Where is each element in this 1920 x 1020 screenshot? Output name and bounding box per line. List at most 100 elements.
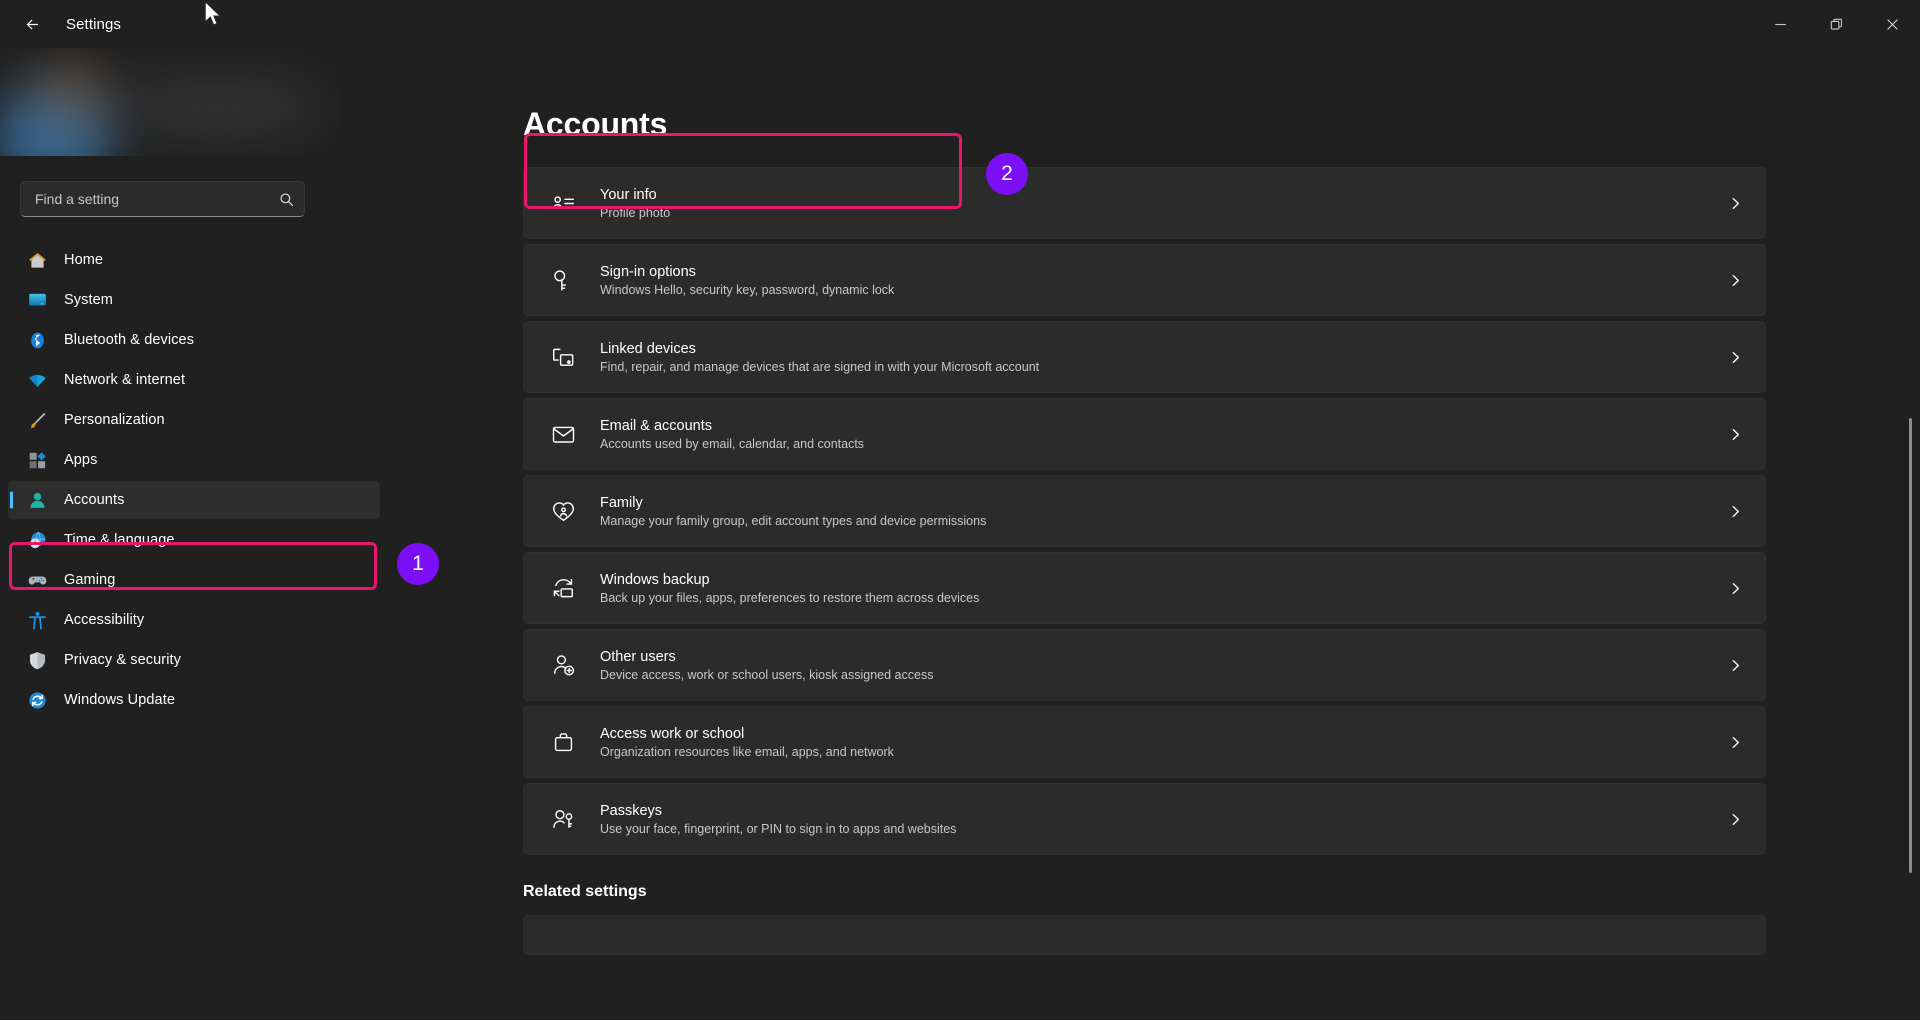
card-title: Email & accounts	[600, 417, 713, 434]
settings-card-access-work-or-school[interactable]: Access work or school Organization resour…	[523, 706, 1766, 778]
sidebar-item-windows-update[interactable]: Windows Update	[8, 681, 380, 719]
title-bar: Settings	[0, 0, 1920, 48]
settings-card-other-users[interactable]: Other users Device access, work or school…	[523, 629, 1766, 701]
apps-icon	[29, 451, 46, 468]
sidebar-item-time-language[interactable]: Time & language	[8, 521, 380, 559]
back-arrow-icon	[26, 19, 38, 29]
sidebar-item-accessibility[interactable]: Accessibility	[8, 601, 380, 639]
settings-card-linked-devices[interactable]: Linked devices Find, repair, and manage d…	[523, 321, 1766, 393]
sidebar-item-label: Gaming	[64, 572, 116, 588]
settings-card-your-info[interactable]: Your info Profile photo	[523, 167, 1766, 239]
sidebar-item-label: Home	[64, 252, 104, 268]
card-text: Linked devices Find, repair, and manage d…	[600, 341, 1704, 374]
system-icon	[26, 289, 48, 311]
related-settings-row[interactable]	[523, 915, 1766, 955]
close-button[interactable]	[1864, 0, 1920, 48]
sidebar-item-accounts[interactable]: Accounts	[8, 481, 380, 519]
backup-icon	[553, 578, 573, 597]
gaming-icon	[26, 569, 48, 591]
chevron-right-icon[interactable]	[1728, 196, 1743, 211]
page-title: Accounts	[523, 106, 668, 142]
settings-card-email-accounts[interactable]: Email & accounts Accounts used by email, …	[523, 398, 1766, 470]
minimize-button[interactable]	[1752, 0, 1808, 48]
card-text: Family Manage your family group, edit acc…	[600, 495, 1704, 528]
chevron-right-icon[interactable]	[1728, 350, 1743, 365]
family-heart-icon	[552, 501, 574, 521]
card-title: Linked devices	[600, 340, 696, 357]
chevron-right-icon[interactable]	[1728, 735, 1743, 750]
card-subtitle: Back up your files, apps, preferences to…	[600, 590, 980, 605]
sidebar-item-apps[interactable]: Apps	[8, 441, 380, 479]
add-user-icon	[550, 653, 576, 678]
card-text: Passkeys Use your face, fingerprint, or P…	[600, 803, 1704, 836]
chevron-right-icon[interactable]	[1728, 658, 1743, 673]
backup-icon	[550, 576, 576, 601]
card-subtitle: Windows Hello, security key, password, d…	[600, 282, 895, 297]
sidebar-item-bluetooth-devices[interactable]: Bluetooth & devices	[8, 321, 380, 359]
chevron-right-icon[interactable]	[1728, 812, 1743, 827]
accessibility-icon	[28, 611, 46, 629]
sidebar-item-home[interactable]: Home	[8, 241, 380, 279]
main-scrollbar[interactable]	[1906, 48, 1916, 1020]
add-user-icon	[553, 654, 574, 675]
annotation-badge-1: 1	[397, 543, 439, 585]
sidebar-item-gaming[interactable]: Gaming	[8, 561, 380, 599]
sidebar-item-label: Apps	[64, 452, 98, 468]
chevron-right-icon[interactable]	[1728, 427, 1743, 442]
accounts-icon	[29, 492, 45, 508]
contact-card-icon	[552, 195, 574, 209]
bluetooth-icon	[26, 329, 48, 351]
briefcase-icon	[554, 732, 572, 751]
card-title: Other users	[600, 648, 676, 665]
sidebar-item-label: Network & internet	[64, 372, 186, 388]
privacy-security-icon	[26, 649, 48, 671]
card-title: Passkeys	[600, 802, 663, 819]
sidebar: Home System Bluetooth & devices Network …	[0, 48, 396, 1020]
settings-card-family[interactable]: Family Manage your family group, edit acc…	[523, 475, 1766, 547]
settings-card-sign-in-options[interactable]: Sign-in options Windows Hello, security k…	[523, 244, 1766, 316]
card-subtitle: Use your face, fingerprint, or PIN to si…	[600, 821, 957, 836]
window-controls	[1752, 0, 1920, 48]
sidebar-item-network-internet[interactable]: Network & internet	[8, 361, 380, 399]
card-text: Your info Profile photo	[600, 187, 1704, 220]
restore-button[interactable]	[1808, 0, 1864, 48]
minimize-icon	[1774, 23, 1786, 25]
card-title: Family	[600, 494, 643, 511]
chevron-right-icon[interactable]	[1728, 504, 1743, 519]
time-language-icon	[26, 529, 48, 551]
network-icon	[28, 374, 46, 387]
main-content: Accounts Your info Profile photo Sign-in …	[396, 48, 1920, 1020]
chevron-right-icon[interactable]	[1728, 581, 1743, 596]
settings-window: Settings Find a setting Home System Blue…	[0, 0, 1920, 1020]
sidebar-item-label: Privacy & security	[64, 652, 182, 668]
card-title: Sign-in options	[600, 263, 696, 280]
card-text: Email & accounts Accounts used by email, …	[600, 418, 1704, 451]
sidebar-item-label: Personalization	[64, 412, 165, 428]
settings-card-passkeys[interactable]: Passkeys Use your face, fingerprint, or P…	[523, 783, 1766, 855]
card-subtitle: Manage your family group, edit account t…	[600, 513, 987, 528]
apps-icon	[26, 449, 48, 471]
passkey-icon	[552, 809, 572, 828]
settings-card-windows-backup[interactable]: Windows backup Back up your files, apps, …	[523, 552, 1766, 624]
search-input[interactable]	[35, 191, 279, 207]
settings-card-list: Your info Profile photo Sign-in options Wi…	[523, 167, 1766, 855]
search-box[interactable]	[20, 181, 305, 217]
sidebar-item-personalization[interactable]: Personalization	[8, 401, 380, 439]
annotation-badge-2: 2	[986, 153, 1028, 195]
scrollbar-thumb[interactable]	[1909, 418, 1912, 873]
sidebar-item-privacy-security[interactable]: Privacy & security	[8, 641, 380, 679]
privacy-security-icon	[29, 651, 45, 669]
briefcase-icon	[550, 730, 576, 755]
back-button[interactable]	[12, 6, 52, 42]
personalization-icon	[26, 409, 48, 431]
network-icon	[26, 369, 48, 391]
card-text: Other users Device access, work or school…	[600, 649, 1704, 682]
sidebar-item-system[interactable]: System	[8, 281, 380, 319]
chevron-right-icon[interactable]	[1728, 273, 1743, 288]
card-subtitle: Profile photo	[600, 205, 671, 220]
home-icon	[28, 252, 46, 268]
family-heart-icon	[550, 499, 576, 524]
card-title: Access work or school	[600, 725, 745, 742]
sidebar-item-label: System	[64, 292, 113, 308]
accessibility-icon	[26, 609, 48, 631]
